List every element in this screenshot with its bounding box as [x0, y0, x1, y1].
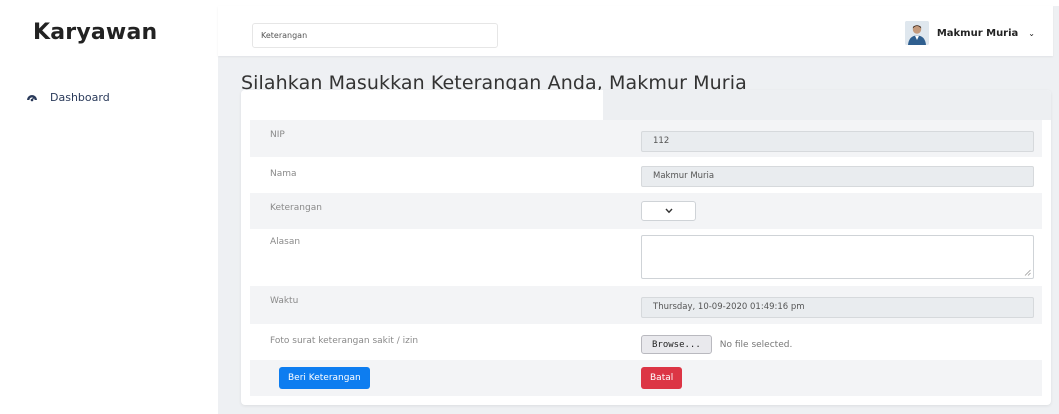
row-alasan: Alasan — [250, 229, 1042, 286]
chevron-down-icon: ⌄ — [1028, 28, 1035, 38]
row-nip: NIP 112 — [250, 120, 1042, 157]
row-keterangan: Keterangan — [250, 193, 1042, 229]
waktu-label: Waktu — [270, 296, 299, 306]
row-waktu: Waktu Thursday, 10-09-2020 01:49:16 pm — [250, 286, 1042, 324]
alasan-textarea[interactable] — [641, 235, 1034, 279]
dashboard-icon — [26, 91, 38, 103]
user-name: Makmur Muria — [936, 27, 1019, 39]
sidebar-item-dashboard[interactable]: Dashboard — [26, 89, 110, 105]
sidebar: Karyawan Dashboard — [0, 0, 218, 414]
browse-button[interactable]: Browse... — [641, 335, 712, 354]
submit-button[interactable]: Beri Keterangan — [279, 367, 370, 389]
foto-label: Foto surat keterangan sakit / izin — [270, 336, 419, 346]
row-actions: Beri Keterangan Batal — [250, 360, 1042, 396]
sidebar-item-label: Dashboard — [50, 90, 110, 104]
nip-label: NIP — [270, 130, 285, 140]
main-area: Makmur Muria ⌄ Silahkan Masukkan Keteran… — [218, 6, 1059, 414]
nama-label: Nama — [270, 169, 297, 179]
avatar — [904, 21, 929, 45]
chevron-down-icon — [664, 208, 673, 214]
file-input[interactable]: Browse... No file selected. — [641, 335, 792, 354]
brand-title: Karyawan — [33, 20, 158, 45]
nama-field: Makmur Muria — [641, 166, 1034, 187]
keterangan-select[interactable] — [641, 201, 696, 221]
file-status: No file selected. — [719, 339, 793, 350]
nip-field: 112 — [641, 131, 1034, 152]
row-nama: Nama Makmur Muria — [250, 157, 1042, 193]
keterangan-label: Keterangan — [270, 203, 322, 213]
tab-bar — [241, 90, 1051, 120]
waktu-field: Thursday, 10-09-2020 01:49:16 pm — [641, 297, 1034, 318]
topbar: Makmur Muria ⌄ — [218, 6, 1053, 56]
row-foto: Foto surat keterangan sakit / izin Brows… — [250, 324, 1042, 360]
search-input[interactable] — [252, 23, 498, 48]
tab-active[interactable] — [241, 90, 603, 120]
cancel-button[interactable]: Batal — [641, 367, 683, 389]
form-card: NIP 112 Nama Makmur Muria Keterangan Ala… — [241, 90, 1051, 405]
resize-grip-icon[interactable] — [1024, 269, 1031, 276]
alasan-label: Alasan — [270, 237, 301, 247]
user-menu[interactable]: Makmur Muria ⌄ — [904, 20, 1035, 46]
